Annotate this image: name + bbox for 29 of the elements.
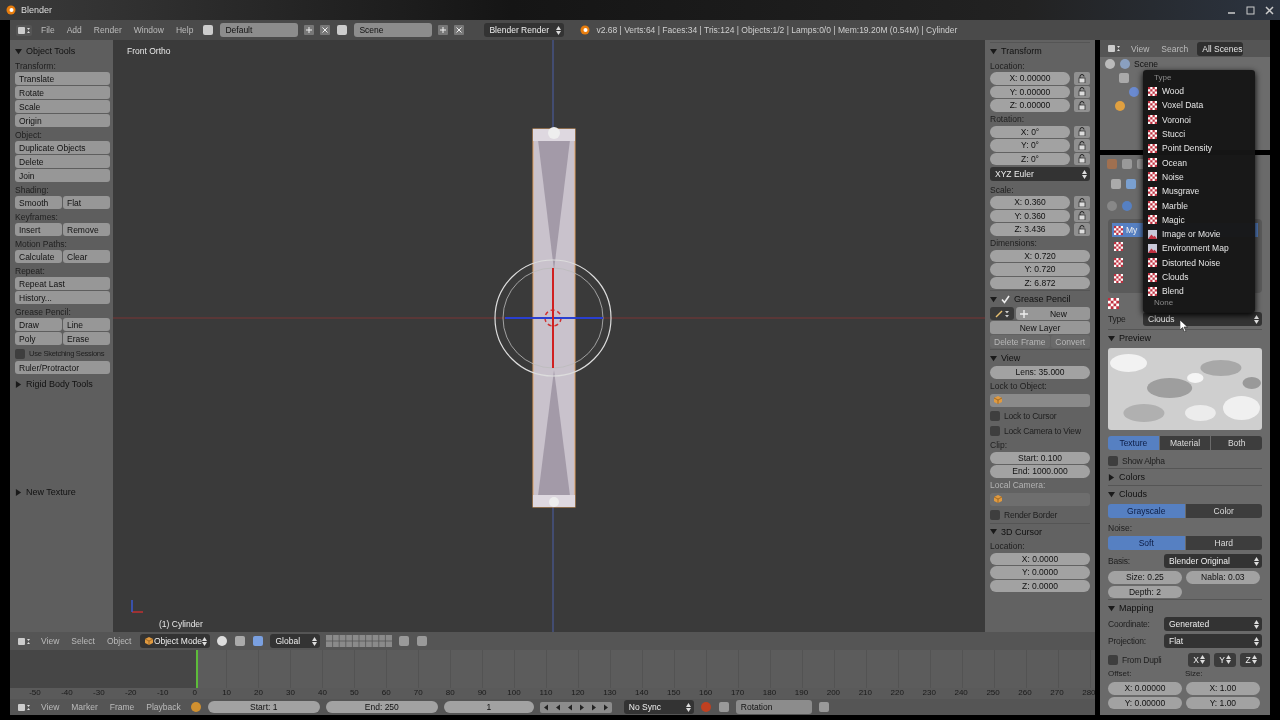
checkbox-label: Render Border — [1004, 510, 1058, 520]
frame-number: 240 — [953, 688, 969, 699]
checkbox-label: From Dupli — [1122, 654, 1163, 665]
section-label: Local Camera: — [990, 479, 1047, 492]
section-label: Noise: — [1108, 521, 1134, 534]
field-label: Coordinate: — [1108, 619, 1151, 629]
object-label: (1) Cylinder — [159, 619, 203, 629]
window-title: Blender — [21, 5, 53, 15]
menu-title: Type — [1153, 73, 1173, 84]
section-label: Transform: — [15, 59, 57, 72]
section-label: Dimensions: — [990, 237, 1038, 250]
menu-title: None — [1153, 298, 1175, 310]
section-label: Location: — [990, 540, 1026, 553]
section-label: Offset: — [1108, 669, 1133, 680]
frame-number: 230 — [921, 688, 937, 699]
field-label: Projection: — [1108, 636, 1147, 646]
section-label: Scale: — [990, 183, 1015, 196]
field-label: Basis: — [1108, 556, 1131, 566]
section-label: Keyframes: — [15, 210, 59, 223]
view-name: Front Ortho — [127, 46, 171, 56]
frame-number: 140 — [634, 688, 650, 699]
checkbox-label: Show Alpha — [1122, 455, 1165, 466]
section-label: Location: — [990, 59, 1026, 72]
frame-number: 250 — [985, 688, 1001, 699]
frame-number: 220 — [889, 688, 905, 699]
scene-statistics: v2.68 | Verts:64 | Faces:34 | Tris:124 | Objects:1/2 | Lamps:0/0 | Mem:19.20M (0.54M) | Cylinder — [596, 25, 958, 35]
section-label: Size: — [1185, 669, 1204, 680]
field-label: Type — [1108, 314, 1127, 324]
section-label: Rotation: — [990, 113, 1026, 126]
